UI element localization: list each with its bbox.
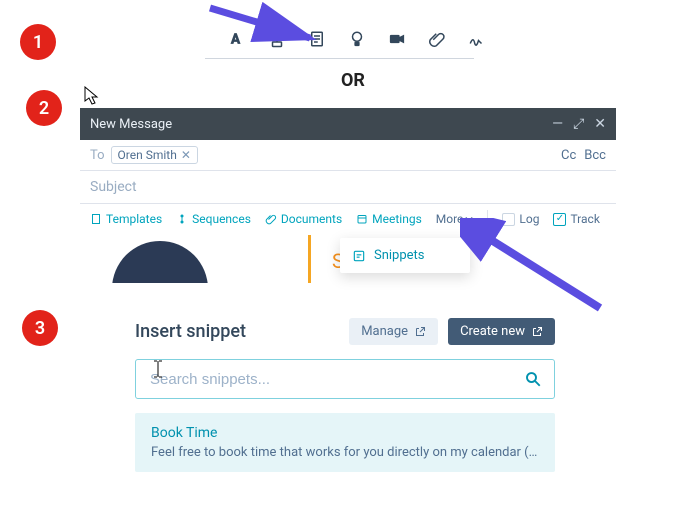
snippets-menu-label: Snippets <box>374 248 425 263</box>
annotation-arrow-2 <box>460 218 620 328</box>
meetings-label: Meetings <box>372 212 422 226</box>
snippets-menu-item[interactable]: Snippets <box>352 248 458 263</box>
toolstrip-divider <box>205 58 474 59</box>
sequences-button[interactable]: Sequences <box>176 212 251 226</box>
window-controls: — ⤢ ✕ <box>552 116 606 132</box>
subject-row[interactable]: Subject <box>80 171 616 204</box>
step-badge-3: 3 <box>22 310 58 346</box>
to-label: To <box>90 148 105 163</box>
manage-label: Manage <box>361 324 408 339</box>
video-icon[interactable] <box>388 30 406 48</box>
bcc-button[interactable]: Bcc <box>584 148 606 163</box>
step-badge-2: 2 <box>26 90 62 126</box>
search-snippets-field[interactable] <box>135 359 555 399</box>
search-icon[interactable] <box>524 370 542 388</box>
annotation-arrow-1 <box>200 0 340 58</box>
documents-attach-icon <box>265 213 277 225</box>
sequences-label: Sequences <box>192 212 251 226</box>
meetings-icon <box>356 213 368 225</box>
snippets-menu-icon <box>352 249 366 263</box>
close-button[interactable]: ✕ <box>594 116 606 132</box>
compose-titlebar: New Message — ⤢ ✕ <box>80 108 616 140</box>
text-cursor-icon <box>152 360 164 378</box>
avatar <box>112 241 208 283</box>
attachment-icon[interactable] <box>428 30 446 48</box>
documents-button[interactable]: Documents <box>265 212 342 226</box>
manage-button[interactable]: Manage <box>349 318 438 345</box>
recipient-name: Oren Smith <box>118 148 177 162</box>
panel-title: Insert snippet <box>135 321 246 342</box>
to-row[interactable]: To Oren Smith ✕ Cc Bcc <box>80 140 616 171</box>
sequences-icon <box>176 213 188 225</box>
more-dropdown-menu: Snippets <box>340 238 470 273</box>
compose-title: New Message <box>90 117 172 132</box>
documents-label: Documents <box>281 212 342 226</box>
step-badge-1: 1 <box>20 24 56 60</box>
expand-button[interactable]: ⤢ <box>573 116 584 132</box>
cc-button[interactable]: Cc <box>561 148 576 163</box>
remove-recipient-icon[interactable]: ✕ <box>181 148 191 162</box>
insert-snippet-panel: Insert snippet Manage Create new Book Ti… <box>135 318 555 472</box>
signature-icon[interactable] <box>468 30 486 48</box>
minimize-button[interactable]: — <box>552 116 563 132</box>
templates-label: Templates <box>106 212 162 226</box>
snippet-result[interactable]: Book Time Feel free to book time that wo… <box>135 413 555 472</box>
snippet-result-title: Book Time <box>151 425 539 441</box>
or-label: OR <box>335 70 371 91</box>
search-input[interactable] <box>148 370 524 389</box>
external-link-icon <box>414 326 426 338</box>
knowledge-bulb-icon[interactable] <box>348 30 366 48</box>
recipient-chip[interactable]: Oren Smith ✕ <box>111 146 198 164</box>
snippet-result-preview: Feel free to book time that works for yo… <box>151 445 539 460</box>
templates-icon <box>90 213 102 225</box>
templates-button[interactable]: Templates <box>90 212 162 226</box>
signature-divider <box>308 235 311 283</box>
meetings-button[interactable]: Meetings <box>356 212 422 226</box>
cursor-pointer-icon <box>84 86 100 106</box>
